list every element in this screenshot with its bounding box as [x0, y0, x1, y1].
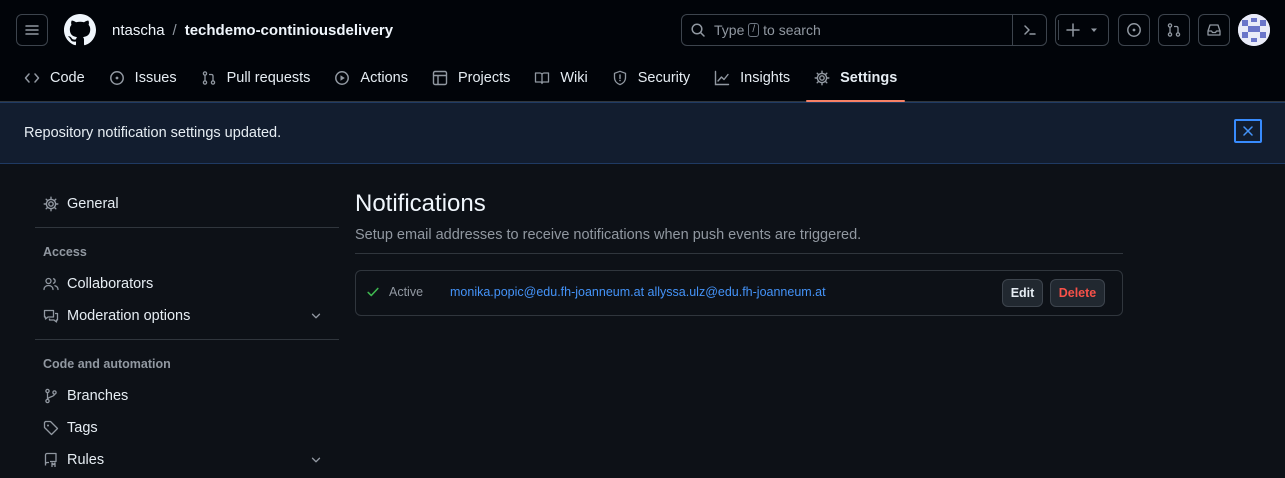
- sidebar-item-collaborators[interactable]: Collaborators: [27, 268, 339, 300]
- check-icon: [366, 285, 380, 299]
- avatar[interactable]: [1238, 14, 1270, 46]
- notification-hook-row: Active monika.popic@edu.fh-joanneum.at a…: [355, 270, 1123, 316]
- flash-message: Repository notification settings updated…: [24, 125, 282, 141]
- sidebar-item-label: Rules: [67, 452, 105, 468]
- tab-security[interactable]: Security: [604, 62, 698, 94]
- git-pull-request-icon: [1166, 22, 1182, 38]
- tab-wiki[interactable]: Wiki: [526, 62, 595, 94]
- repo-nav-tabs: Code Issues Pull requests Actions Projec…: [16, 62, 913, 102]
- tag-icon: [43, 420, 59, 436]
- sidebar-item-label: Collaborators: [67, 276, 154, 292]
- sidebar-heading-access: Access: [43, 245, 87, 259]
- sidebar-item-general[interactable]: General: [27, 188, 339, 220]
- search-shortcut-key: /: [748, 23, 760, 37]
- git-pull-request-icon: [201, 70, 217, 86]
- tab-label: Actions: [360, 70, 408, 86]
- chevron-down-icon: [309, 453, 323, 467]
- breadcrumb-repo[interactable]: techdemo-continiousdelivery: [185, 22, 393, 39]
- repo-push-icon: [43, 452, 59, 468]
- table-icon: [432, 70, 448, 86]
- tab-label: Settings: [840, 70, 898, 86]
- gear-icon: [43, 196, 59, 212]
- flash-banner: Repository notification settings updated…: [0, 102, 1285, 164]
- play-icon: [334, 70, 350, 86]
- gear-icon: [814, 70, 830, 86]
- breadcrumb-separator: /: [172, 21, 177, 39]
- github-logo-icon[interactable]: [64, 14, 96, 46]
- inbox-icon: [1206, 22, 1222, 38]
- page-description: Setup email addresses to receive notific…: [355, 227, 862, 243]
- title-divider: [355, 253, 1123, 254]
- search-input[interactable]: Type / to search: [681, 14, 1047, 46]
- sidebar-item-branches[interactable]: Branches: [27, 380, 339, 412]
- sidebar-item-label: Moderation options: [67, 308, 191, 324]
- main-content: Notifications Setup email addresses to r…: [355, 190, 1123, 254]
- sidebar-item-label: Tags: [67, 420, 98, 436]
- terminal-icon: [1022, 22, 1038, 38]
- close-icon: [1242, 125, 1254, 137]
- chevron-down-icon: [309, 309, 323, 323]
- tab-label: Security: [637, 70, 691, 86]
- top-bar: ntascha / techdemo-continiousdelivery Ty…: [16, 14, 1270, 46]
- issues-button[interactable]: [1118, 14, 1150, 46]
- tab-code[interactable]: Code: [16, 62, 93, 94]
- command-palette-button[interactable]: [1012, 15, 1046, 45]
- triangle-down-icon: [1089, 25, 1099, 35]
- sidebar-item-rules[interactable]: Rules: [27, 444, 339, 476]
- sidebar-heading-code-automation: Code and automation: [43, 357, 171, 371]
- tab-issues[interactable]: Issues: [101, 62, 185, 94]
- search-icon: [690, 22, 706, 38]
- code-icon: [24, 70, 40, 86]
- breadcrumb-owner[interactable]: ntascha: [112, 22, 165, 39]
- sidebar-item-tags[interactable]: Tags: [27, 412, 339, 444]
- menu-button[interactable]: [16, 14, 48, 46]
- git-branch-icon: [43, 388, 59, 404]
- inbox-button[interactable]: [1198, 14, 1230, 46]
- tab-pull-requests[interactable]: Pull requests: [193, 62, 319, 94]
- book-icon: [534, 70, 550, 86]
- issue-opened-icon: [1126, 22, 1142, 38]
- tab-projects[interactable]: Projects: [424, 62, 518, 94]
- tab-label: Issues: [134, 70, 177, 86]
- app-header: ntascha / techdemo-continiousdelivery Ty…: [0, 0, 1285, 102]
- flash-close-button[interactable]: [1234, 119, 1262, 143]
- edit-button[interactable]: Edit: [1002, 279, 1043, 307]
- comment-discussion-icon: [43, 308, 59, 324]
- status-badge: Active: [389, 285, 424, 299]
- shield-icon: [612, 70, 628, 86]
- people-icon: [43, 276, 59, 292]
- sidebar-divider: [35, 227, 339, 228]
- tab-label: Insights: [740, 70, 791, 86]
- hamburger-icon: [24, 22, 40, 38]
- tab-actions[interactable]: Actions: [326, 62, 416, 94]
- tab-label: Wiki: [560, 70, 588, 86]
- tab-label: Code: [50, 70, 85, 86]
- search-placeholder-prefix: Type: [714, 22, 745, 38]
- tab-label: Pull requests: [226, 70, 311, 86]
- tab-insights[interactable]: Insights: [706, 62, 798, 94]
- sidebar-item-label: General: [67, 196, 119, 212]
- graph-icon: [714, 70, 730, 86]
- sidebar-item-label: Branches: [67, 388, 129, 404]
- page-title: Notifications: [355, 190, 486, 217]
- tab-label: Projects: [457, 70, 511, 86]
- notification-emails-link[interactable]: monika.popic@edu.fh-joanneum.at allyssa.…: [450, 285, 826, 299]
- pull-requests-button[interactable]: [1158, 14, 1190, 46]
- plus-icon: [1065, 22, 1081, 38]
- search-placeholder-suffix: to search: [763, 22, 821, 38]
- sidebar-item-moderation-options[interactable]: Moderation options: [27, 300, 339, 332]
- create-new-button[interactable]: [1055, 14, 1109, 46]
- breadcrumb: ntascha / techdemo-continiousdelivery: [112, 22, 393, 39]
- delete-button[interactable]: Delete: [1050, 279, 1105, 307]
- sidebar-divider: [35, 339, 339, 340]
- issue-opened-icon: [109, 70, 125, 86]
- tab-settings[interactable]: Settings: [806, 62, 906, 102]
